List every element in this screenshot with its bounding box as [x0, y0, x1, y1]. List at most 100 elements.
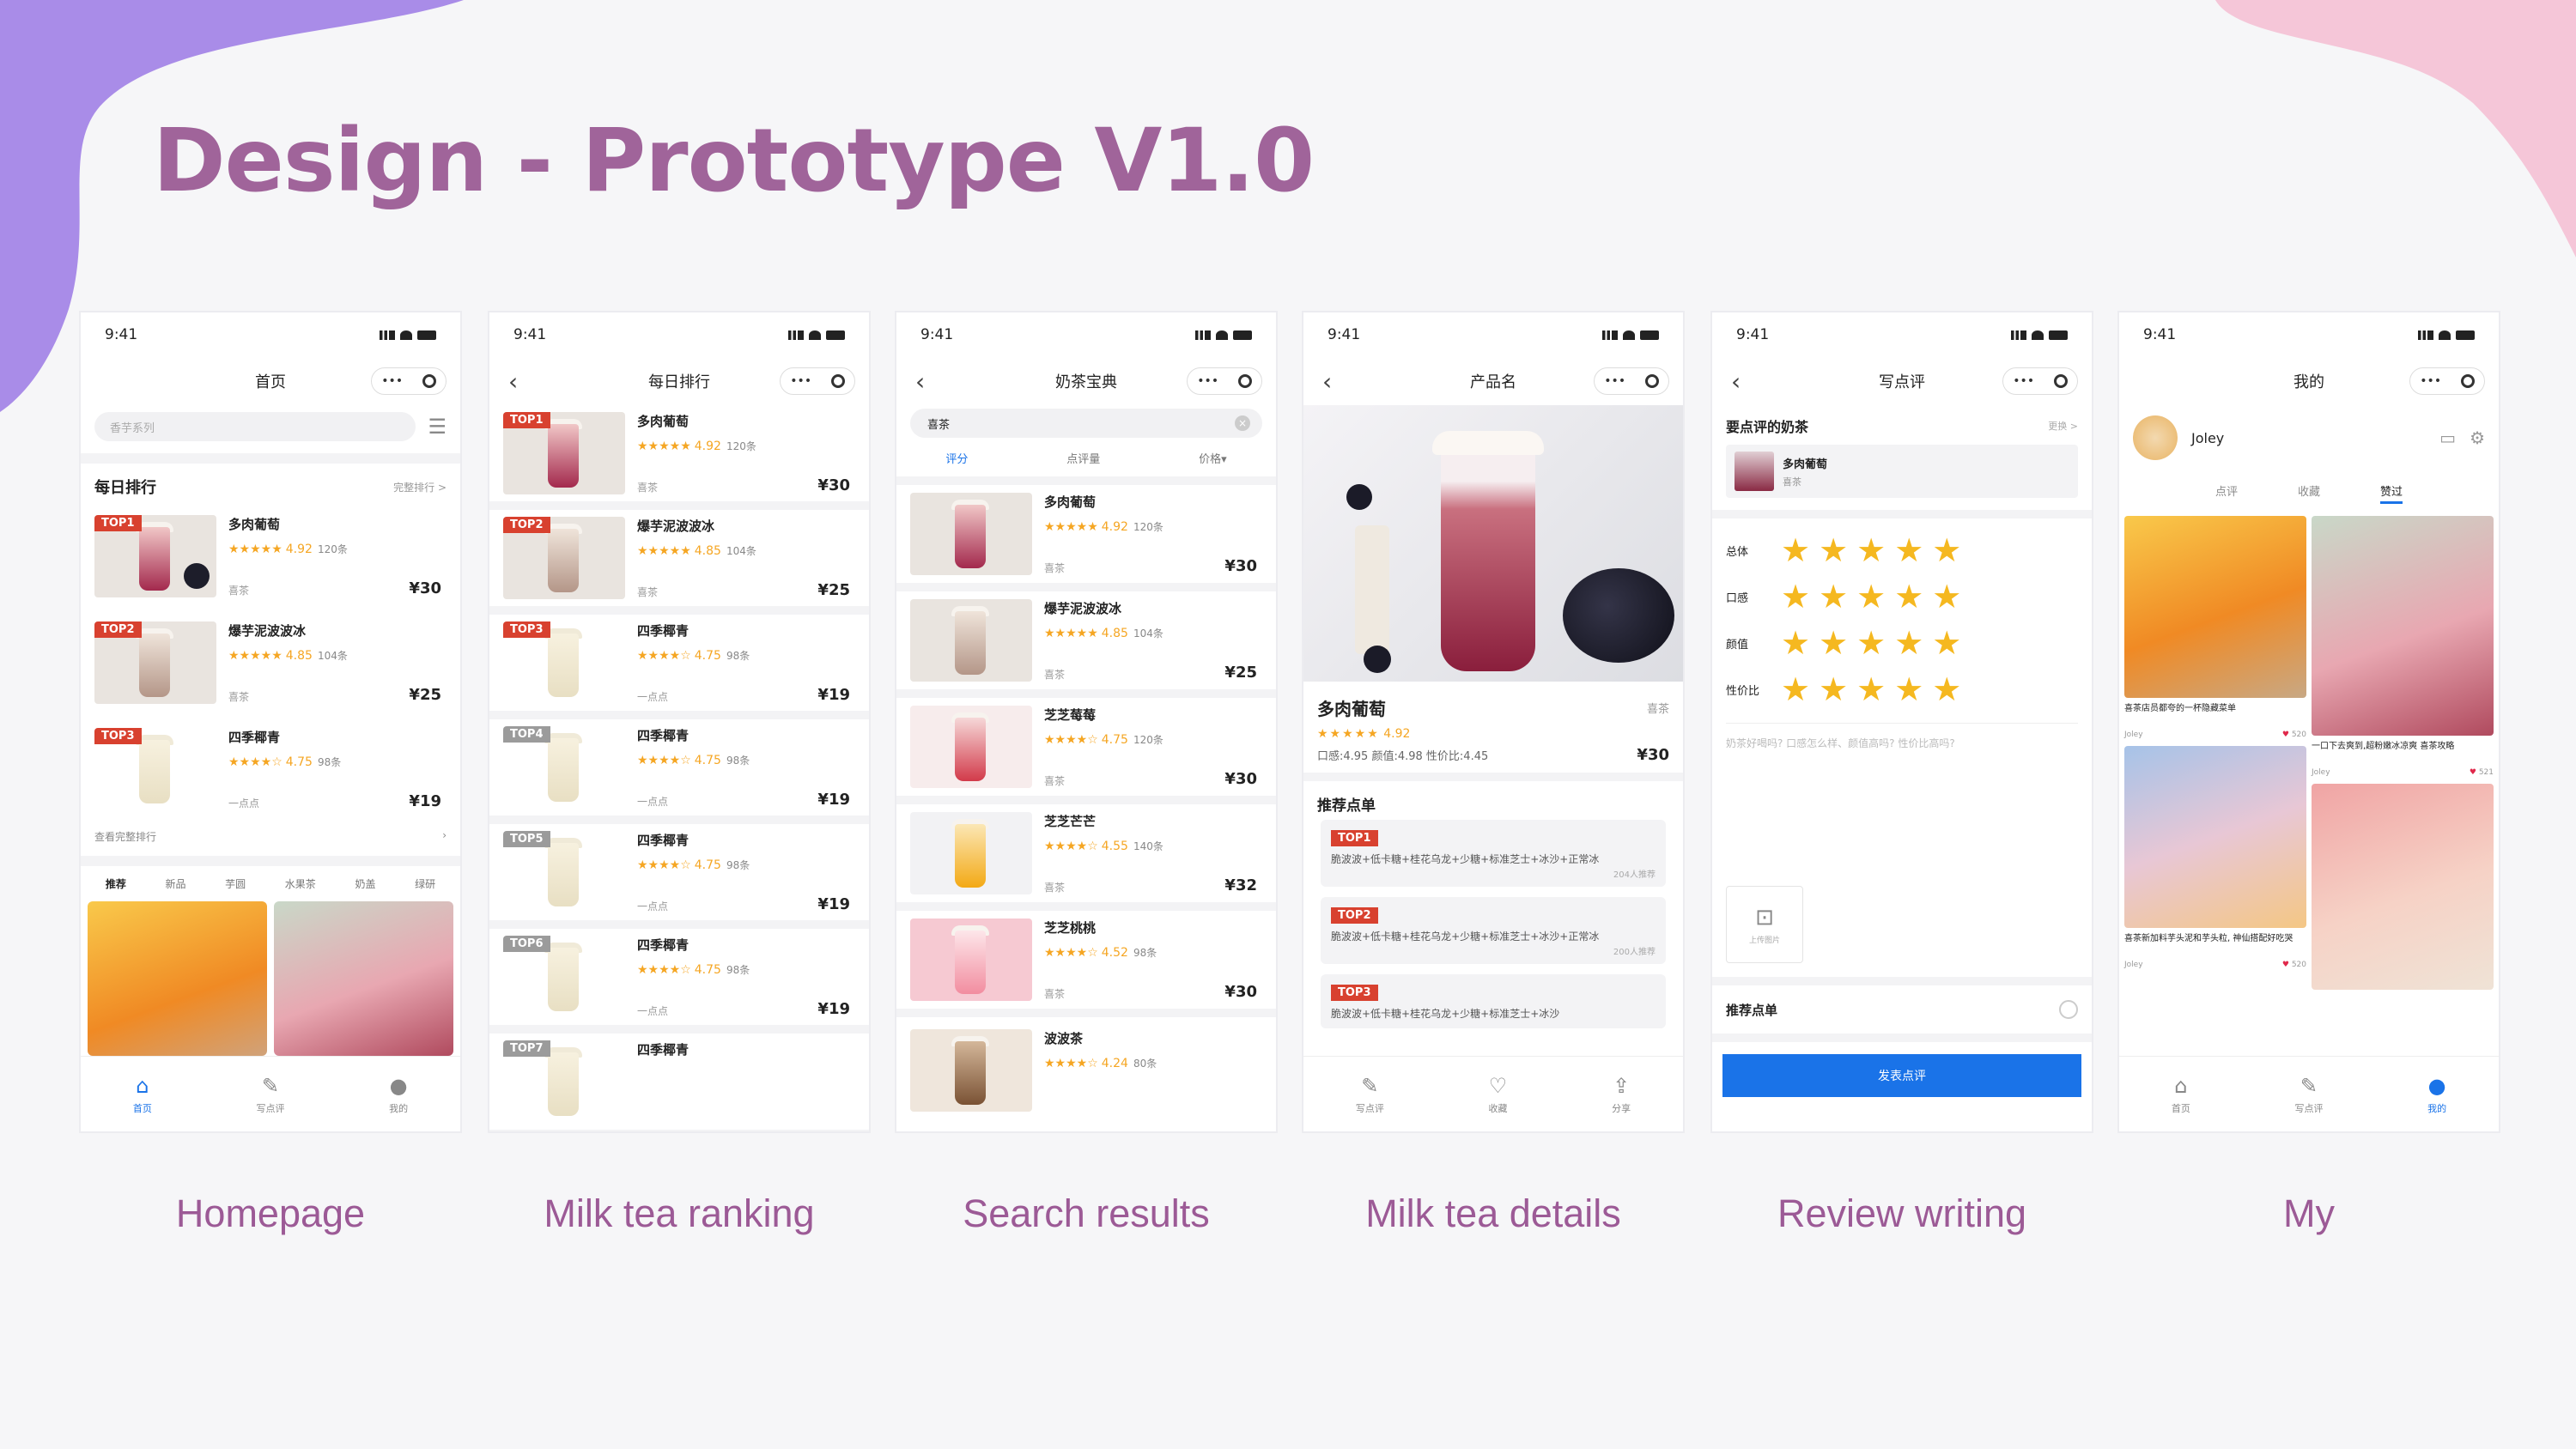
full-ranking-link[interactable]: 完整排行 > [393, 480, 447, 494]
feed-image[interactable] [88, 901, 267, 1056]
search-placeholder: 香芋系列 [110, 421, 155, 435]
more-icon[interactable]: ••• [790, 374, 811, 388]
category-tab[interactable]: 奶盖 [355, 876, 375, 891]
heart-icon[interactable]: ♥ [2282, 961, 2289, 969]
feed-image[interactable] [2124, 516, 2306, 698]
heart-icon[interactable]: ♥ [2282, 731, 2289, 739]
category-tab[interactable]: 推荐 [106, 876, 126, 891]
brand-tag: 喜茶 [228, 585, 250, 597]
mini-program-capsule[interactable]: ••• [2002, 367, 2078, 395]
feed-image[interactable] [2312, 784, 2494, 990]
list-item[interactable]: 多肉葡萄 ★★★★★ 4.92 120条 喜茶 ¥30 [896, 485, 1276, 591]
filter-price[interactable]: 价格▾ [1199, 450, 1227, 466]
heart-icon[interactable]: ♥ [2470, 768, 2476, 777]
tab-favorites[interactable]: 收藏 [2298, 482, 2320, 504]
list-item[interactable]: TOP1 多肉葡萄 ★★★★★ 4.92 120条 喜茶 ¥30 [489, 405, 869, 510]
feed-image[interactable] [274, 901, 453, 1056]
list-item[interactable]: 芝芝桃桃 ★★★★☆ 4.52 98条 喜茶 ¥30 [896, 911, 1276, 1017]
share-action[interactable]: ⇪ 分享 [1612, 1074, 1631, 1115]
tab-me[interactable]: ● 我的 [2427, 1074, 2446, 1115]
tab-me[interactable]: ● 我的 [389, 1074, 408, 1115]
order-card[interactable]: TOP2 脆波波+低卡糖+桂花乌龙+少糖+标准芝士+冰沙+正常冰 200人推荐 [1321, 897, 1666, 964]
filter-review-count[interactable]: 点评量 [1066, 450, 1100, 466]
more-icon[interactable]: ••• [2420, 374, 2441, 388]
tab-write-review[interactable]: ✎ 写点评 [2294, 1074, 2323, 1115]
order-card[interactable]: TOP1 脆波波+低卡糖+桂花乌龙+少糖+标准芝士+冰沙+正常冰 204人推荐 [1321, 820, 1666, 887]
more-icon[interactable]: ••• [1604, 374, 1625, 388]
close-target-icon[interactable] [2460, 374, 2475, 388]
more-icon[interactable]: ••• [381, 374, 403, 388]
mini-program-capsule[interactable]: ••• [780, 367, 855, 395]
clear-icon[interactable]: × [1235, 415, 1250, 431]
star-rating-input[interactable]: ★★★★★ [1781, 670, 1970, 708]
review-textarea[interactable]: 奶茶好喝吗? 口感怎么样、颜值高吗? 性价比高吗? [1726, 723, 2078, 886]
more-icon[interactable]: ••• [1197, 374, 1218, 388]
recommend-order-toggle[interactable]: 推荐点单 [1712, 977, 2092, 1042]
list-item[interactable]: TOP1 多肉葡萄 ★★★★★ 4.92 120条 喜茶 ¥30 [81, 503, 460, 609]
price: ¥19 [817, 791, 850, 809]
mini-program-capsule[interactable]: ••• [1594, 367, 1669, 395]
order-card[interactable]: TOP3 脆波波+低卡糖+桂花乌龙+少糖+标准芝士+冰沙 [1321, 974, 1666, 1028]
recommend-order-list: TOP1 脆波波+低卡糖+桂花乌龙+少糖+标准芝士+冰沙+正常冰 204人推荐 … [1303, 820, 1683, 1028]
back-icon[interactable]: ‹ [915, 367, 925, 396]
list-item[interactable]: TOP3 四季椰青 ★★★★☆ 4.75 98条 一点点 ¥19 [489, 615, 869, 719]
message-icon[interactable]: ▭ [2439, 427, 2456, 448]
star-rating-input[interactable]: ★★★★★ [1781, 624, 1970, 662]
close-target-icon[interactable] [830, 374, 845, 388]
close-target-icon[interactable] [422, 374, 436, 388]
list-item[interactable]: 波波茶 ★★★★☆ 4.24 80条 [896, 1017, 1276, 1124]
tab-home[interactable]: ⌂ 首页 [2172, 1074, 2190, 1115]
gear-icon[interactable]: ⚙ [2470, 427, 2485, 448]
list-item[interactable]: TOP6 四季椰青 ★★★★☆ 4.75 98条 一点点 ¥19 [489, 929, 869, 1034]
star-rating-input[interactable]: ★★★★★ [1781, 531, 1970, 569]
search-input[interactable]: 喜茶 × [910, 409, 1262, 438]
drink-name: 四季椰青 [637, 833, 690, 848]
search-input[interactable]: 香芋系列 [94, 412, 416, 441]
close-target-icon[interactable] [1237, 374, 1252, 388]
tab-write-review[interactable]: ✎ 写点评 [256, 1074, 284, 1115]
list-item[interactable]: TOP2 爆芋泥波波冰 ★★★★★ 4.85 104条 喜茶 ¥25 [81, 609, 460, 716]
mini-program-capsule[interactable]: ••• [1187, 367, 1262, 395]
close-target-icon[interactable] [2053, 374, 2068, 388]
favorite-action[interactable]: ♡ 收藏 [1488, 1074, 1507, 1115]
mini-program-capsule[interactable]: ••• [2409, 367, 2485, 395]
list-item[interactable]: TOP7 四季椰青 [489, 1034, 869, 1131]
menu-list-icon[interactable]: ☰ [428, 415, 447, 439]
feed-image[interactable] [2124, 746, 2306, 928]
category-tab[interactable]: 芋圆 [225, 876, 246, 891]
list-item[interactable]: 芝芝莓莓 ★★★★☆ 4.75 120条 喜茶 ¥30 [896, 698, 1276, 804]
category-tab[interactable]: 新品 [165, 876, 185, 891]
close-target-icon[interactable] [1644, 374, 1659, 388]
star-rating-input[interactable]: ★★★★★ [1781, 578, 1970, 615]
battery-icon [826, 330, 845, 340]
drink-name: 芝芝莓莓 [1044, 707, 1097, 723]
radio-icon[interactable] [2059, 1000, 2078, 1019]
list-item[interactable]: 爆芋泥波波冰 ★★★★★ 4.85 104条 喜茶 ¥25 [896, 591, 1276, 698]
back-icon[interactable]: ‹ [508, 367, 518, 396]
tab-home[interactable]: ⌂ 首页 [133, 1074, 152, 1115]
avatar[interactable] [2133, 415, 2178, 460]
change-link[interactable]: 更换 > [2048, 419, 2078, 433]
rating-score: 4.85 [285, 649, 313, 663]
list-item[interactable]: 芝芝芒芒 ★★★★☆ 4.55 140条 喜茶 ¥32 [896, 804, 1276, 911]
filter-rating[interactable]: 评分 [945, 450, 968, 466]
mini-program-capsule[interactable]: ••• [371, 367, 447, 395]
list-item[interactable]: TOP5 四季椰青 ★★★★☆ 4.75 98条 一点点 ¥19 [489, 824, 869, 929]
upload-image-button[interactable]: ⊡ 上传图片 [1726, 886, 1803, 963]
tab-liked[interactable]: 赞过 [2380, 482, 2403, 504]
list-item[interactable]: TOP4 四季椰青 ★★★★☆ 4.75 98条 一点点 ¥19 [489, 719, 869, 824]
battery-icon [1233, 330, 1252, 340]
back-icon[interactable]: ‹ [1731, 367, 1741, 396]
list-item[interactable]: TOP3 四季椰青 ★★★★☆ 4.75 98条 一点点 ¥19 [81, 716, 460, 822]
category-tab[interactable]: 水果茶 [285, 876, 316, 891]
write-review-action[interactable]: ✎ 写点评 [1356, 1074, 1384, 1115]
view-all-ranking-link[interactable]: 查看完整排行 › [81, 822, 460, 856]
more-icon[interactable]: ••• [2013, 374, 2034, 388]
home-icon: ⌂ [2174, 1073, 2188, 1098]
feed-image[interactable] [2312, 516, 2494, 736]
category-tab[interactable]: 绿研 [415, 876, 435, 891]
submit-review-button[interactable]: 发表点评 [1722, 1054, 2081, 1097]
list-item[interactable]: TOP2 爆芋泥波波冰 ★★★★★ 4.85 104条 喜茶 ¥25 [489, 510, 869, 615]
back-icon[interactable]: ‹ [1322, 367, 1332, 396]
tab-reviews[interactable]: 点评 [2215, 482, 2238, 504]
